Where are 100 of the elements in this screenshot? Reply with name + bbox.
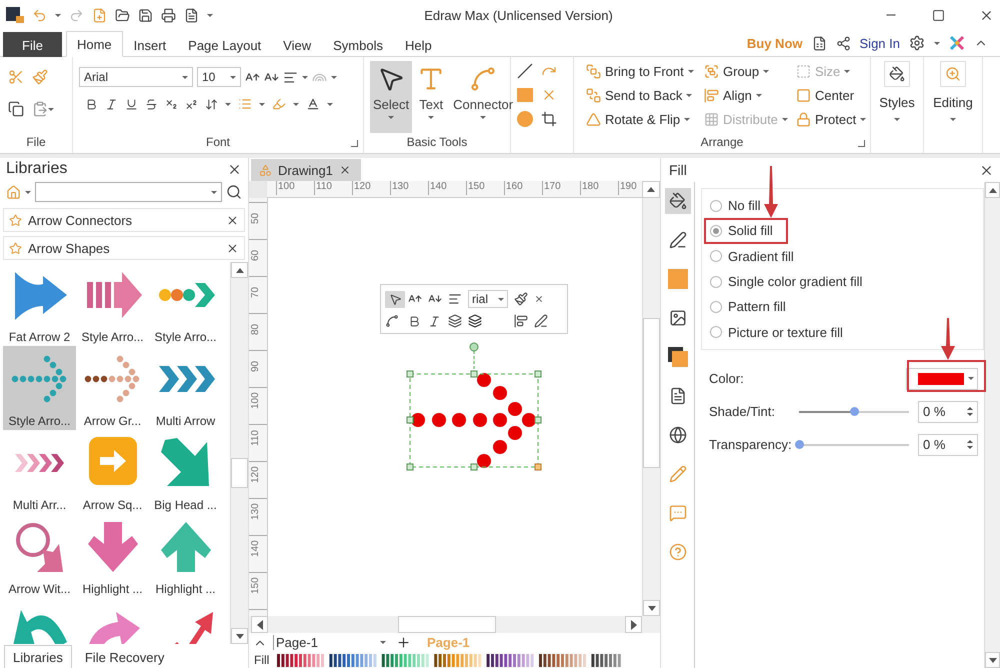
selection-handles[interactable] bbox=[405, 342, 543, 472]
copy-icon[interactable] bbox=[8, 101, 24, 117]
shape-tile[interactable]: Arrow Wit... bbox=[3, 514, 76, 598]
fill-option[interactable]: Gradient fill bbox=[710, 246, 975, 267]
align-icon[interactable] bbox=[283, 70, 298, 84]
shape-tile[interactable]: Style Arro... bbox=[76, 262, 149, 346]
shape-tile[interactable]: Style Arro... bbox=[3, 346, 76, 430]
percent-field[interactable]: 0 % bbox=[918, 434, 978, 456]
document-icon[interactable] bbox=[812, 36, 827, 50]
scrollbar[interactable] bbox=[642, 198, 660, 616]
radio-button[interactable] bbox=[710, 250, 722, 262]
align-icon[interactable] bbox=[448, 292, 462, 306]
tool-button[interactable]: Select bbox=[370, 61, 412, 133]
fill-option[interactable]: Single color gradient fill bbox=[710, 270, 975, 292]
drawing-canvas[interactable]: rial bbox=[268, 198, 642, 616]
scrollbar[interactable] bbox=[984, 182, 1000, 668]
save-icon[interactable] bbox=[138, 8, 153, 22]
scroll-up-icon[interactable] bbox=[988, 188, 996, 192]
arrange-button[interactable]: Group bbox=[704, 59, 796, 83]
maximize-icon[interactable] bbox=[932, 8, 945, 22]
scroll-up-icon[interactable] bbox=[236, 268, 244, 272]
image-icon[interactable] bbox=[668, 309, 686, 327]
line-icon[interactable] bbox=[517, 63, 533, 79]
share-icon[interactable] bbox=[836, 36, 851, 50]
shape-tile[interactable]: Style Arro... bbox=[149, 262, 222, 346]
radio-button[interactable] bbox=[710, 326, 722, 338]
close-icon[interactable] bbox=[534, 294, 544, 304]
shape-tile[interactable]: Multi Arrow bbox=[149, 346, 222, 430]
superscript-icon[interactable] bbox=[185, 98, 198, 110]
globe-icon[interactable] bbox=[668, 426, 686, 444]
open-folder-icon[interactable] bbox=[115, 8, 130, 22]
font-size-select[interactable]: 10 bbox=[197, 67, 241, 87]
format-painter-icon[interactable] bbox=[514, 292, 528, 306]
scroll-down-icon[interactable] bbox=[236, 634, 244, 638]
arrange-button[interactable]: Rotate & Flip bbox=[586, 107, 704, 131]
ribbon-tab[interactable]: View bbox=[272, 32, 322, 57]
arrange-button[interactable]: Center bbox=[796, 83, 876, 107]
shape-tile[interactable]: Multi Arr... bbox=[3, 430, 76, 514]
document-icon[interactable] bbox=[668, 387, 686, 405]
paint-bucket-icon[interactable] bbox=[889, 66, 905, 82]
layers-square-icon[interactable] bbox=[668, 347, 688, 367]
scroll-up-icon[interactable] bbox=[647, 187, 655, 192]
arrange-button[interactable]: Send to Back bbox=[586, 83, 704, 107]
line-style-icon[interactable] bbox=[668, 231, 686, 249]
radio-button[interactable] bbox=[710, 300, 722, 313]
bold-icon[interactable] bbox=[85, 98, 98, 110]
bring-front-icon[interactable] bbox=[448, 314, 462, 328]
close-icon[interactable] bbox=[226, 242, 239, 254]
shape-tile[interactable]: Big Head ... bbox=[149, 430, 222, 514]
fill-option[interactable]: Picture or texture fill bbox=[710, 322, 975, 343]
tool-button[interactable]: Connector bbox=[450, 61, 516, 133]
scroll-thumb[interactable] bbox=[398, 616, 496, 633]
scroll-down-icon[interactable] bbox=[988, 658, 996, 662]
ribbon-tab[interactable]: Help bbox=[394, 32, 443, 57]
ribbon-tab[interactable]: Insert bbox=[122, 32, 178, 57]
ribbon-tab[interactable]: Symbols bbox=[322, 32, 394, 57]
panel-tab[interactable]: Libraries bbox=[4, 645, 72, 668]
library-section[interactable]: Arrow Shapes bbox=[3, 236, 245, 260]
styles-button[interactable]: Styles bbox=[879, 95, 915, 121]
line-spacing-icon[interactable] bbox=[205, 98, 218, 110]
underline-icon[interactable] bbox=[125, 98, 138, 110]
strikethrough-icon[interactable] bbox=[145, 98, 158, 110]
editing-button[interactable]: Editing bbox=[933, 95, 973, 121]
italic-icon[interactable] bbox=[105, 98, 118, 110]
font-select[interactable]: rial bbox=[468, 290, 508, 308]
color-palette[interactable] bbox=[277, 654, 622, 666]
crop-icon[interactable] bbox=[541, 111, 557, 127]
edit-style-icon[interactable] bbox=[534, 314, 548, 328]
font-family-select[interactable]: Arial bbox=[79, 67, 193, 87]
file-menu-tab[interactable]: File bbox=[3, 32, 62, 57]
scroll-thumb[interactable] bbox=[231, 458, 248, 488]
bold-icon[interactable] bbox=[408, 314, 421, 328]
font-color-icon[interactable] bbox=[306, 97, 320, 111]
sign-in-link[interactable]: Sign In bbox=[860, 36, 900, 50]
cross-logo-icon[interactable] bbox=[949, 35, 965, 51]
ribbon-tab[interactable]: Page Layout bbox=[177, 32, 272, 57]
page-select[interactable]: Page-1 bbox=[273, 635, 390, 650]
scrollbar[interactable] bbox=[230, 262, 248, 644]
scroll-thumb[interactable] bbox=[643, 318, 660, 468]
ribbon-tab[interactable]: Home bbox=[66, 31, 123, 57]
radio-button[interactable] bbox=[710, 224, 722, 237]
shape-tile[interactable]: Arrow Sq... bbox=[76, 430, 149, 514]
shape-tile[interactable]: Fat Arrow 2 bbox=[3, 262, 76, 346]
shape-tile[interactable]: Arrow Gr... bbox=[76, 346, 149, 430]
fill-option[interactable]: No fill bbox=[710, 195, 975, 216]
export-icon[interactable] bbox=[184, 8, 199, 22]
shape-tile[interactable]: Highlight ... bbox=[149, 514, 222, 598]
paste-icon[interactable] bbox=[32, 101, 48, 117]
fill-option[interactable]: Pattern fill bbox=[710, 296, 975, 318]
shape-tile[interactable]: Highlight ... bbox=[76, 514, 149, 598]
search-field[interactable] bbox=[35, 182, 222, 202]
dialog-launcher-icon[interactable] bbox=[351, 140, 358, 147]
library-section[interactable]: Arrow Connectors bbox=[3, 208, 245, 232]
arrange-button[interactable]: Protect bbox=[796, 107, 876, 131]
settings-icon[interactable] bbox=[909, 35, 925, 51]
radio-button[interactable] bbox=[710, 200, 722, 212]
subscript-icon[interactable] bbox=[165, 98, 178, 110]
fill-option[interactable]: Solid fill bbox=[710, 220, 975, 242]
radio-button[interactable] bbox=[710, 276, 722, 288]
close-icon[interactable] bbox=[226, 214, 239, 226]
